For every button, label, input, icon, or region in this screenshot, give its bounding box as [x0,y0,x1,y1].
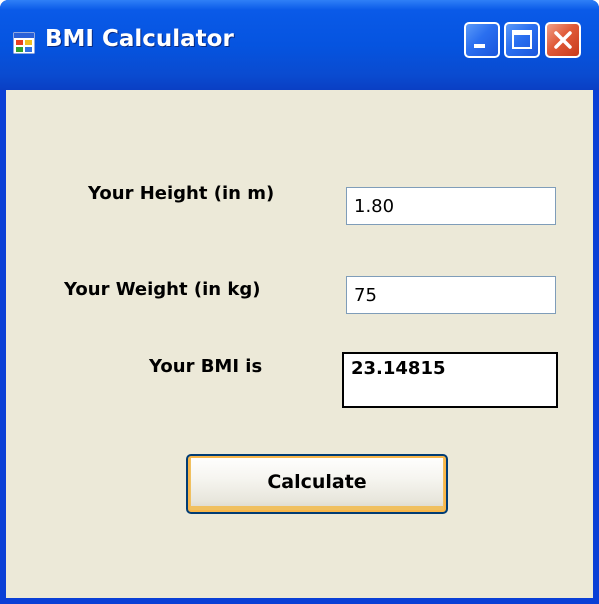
bmi-calculator-window: BMI Calculator Your Height (in m) 1.80 Y… [0,0,599,604]
weight-label: Your Weight (in kg) [64,279,261,300]
app-window-icon[interactable] [12,31,36,55]
minimize-icon [474,44,485,48]
bmi-label: Your BMI is [149,356,263,377]
bmi-result-field[interactable]: 23.14815 [342,352,558,408]
close-icon [554,31,572,49]
weight-input[interactable]: 75 [346,276,556,314]
height-label: Your Height (in m) [88,183,275,204]
maximize-button[interactable] [504,22,540,58]
title-bar[interactable]: BMI Calculator [0,0,599,90]
minimize-button[interactable] [464,22,500,58]
window-title: BMI Calculator [45,26,234,52]
form-client-area: Your Height (in m) 1.80 Your Weight (in … [6,90,593,598]
maximize-icon [512,30,532,49]
calculate-button[interactable]: Calculate [186,454,448,514]
height-input[interactable]: 1.80 [346,187,556,225]
close-button[interactable] [545,22,581,58]
